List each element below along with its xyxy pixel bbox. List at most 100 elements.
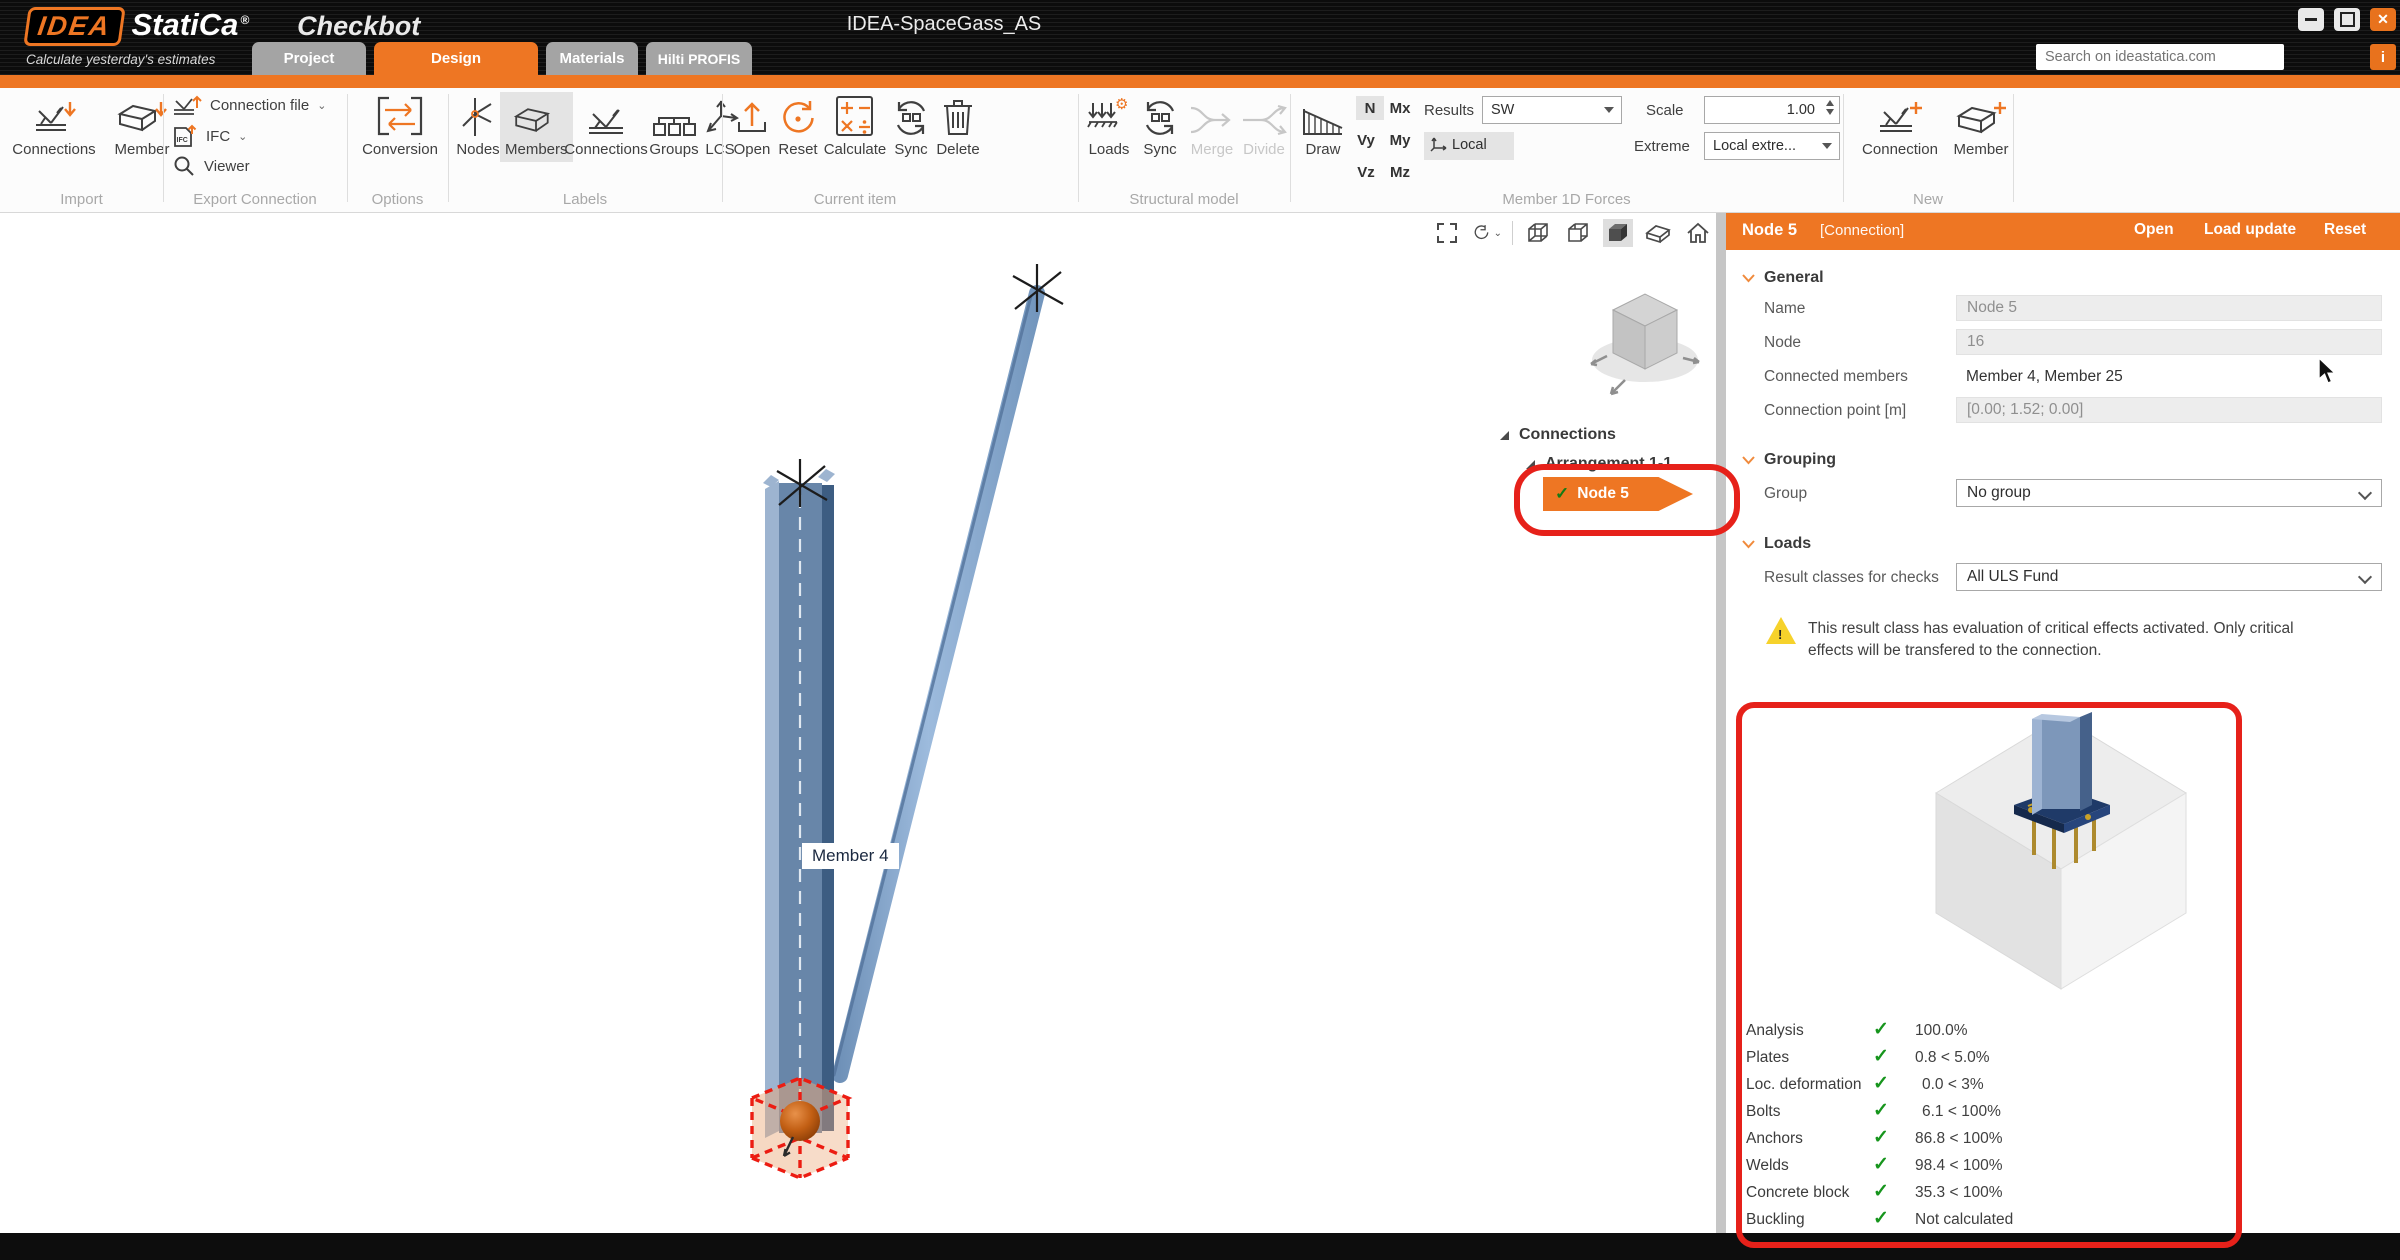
group-label: Group	[1764, 485, 1807, 503]
panel-open-button[interactable]: Open	[2134, 221, 2174, 239]
navigation-cube[interactable]	[1585, 272, 1705, 402]
forces-draw-toggle[interactable]: Draw	[1298, 94, 1348, 158]
panel-reset-button[interactable]: Reset	[2324, 221, 2366, 239]
scale-input[interactable]: 1.00	[1704, 96, 1840, 124]
result-classes-dropdown[interactable]: All ULS Fund	[1956, 563, 2382, 591]
scale-label: Scale	[1646, 102, 1684, 119]
group-title-structural: Structural model	[1078, 191, 1290, 208]
import-member-button[interactable]: Member	[106, 94, 178, 158]
check-label: Welds	[1746, 1157, 1789, 1175]
labels-groups-toggle[interactable]: Groups	[648, 94, 700, 158]
force-component-mz[interactable]: Mz	[1386, 160, 1414, 184]
check-label: Plates	[1746, 1049, 1789, 1067]
force-component-vy[interactable]: Vy	[1352, 128, 1380, 152]
check-value: 98.4 < 100%	[1915, 1157, 2002, 1175]
orbit-rotate-icon	[1472, 220, 1492, 246]
check-pass-icon: ✓	[1873, 1072, 1889, 1095]
search-input[interactable]	[2036, 44, 2284, 70]
orbit-button[interactable]: ⌄	[1472, 219, 1502, 247]
check-pass-icon: ✓	[1873, 1153, 1889, 1176]
local-toggle[interactable]: Local	[1424, 132, 1514, 160]
tree-item-connections[interactable]: Connections	[1500, 426, 1616, 444]
connected-members-value[interactable]: Member 4, Member 25	[1966, 368, 2123, 386]
member-25-brace[interactable]	[834, 293, 1037, 1075]
connection-preview-3d[interactable]	[1736, 705, 2206, 1017]
model-3d-viewport[interactable]	[0, 213, 1716, 1233]
mouse-cursor	[2316, 356, 2342, 386]
labels-connections-toggle[interactable]: Connections	[566, 94, 646, 158]
labels-members-toggle[interactable]: Members	[500, 92, 573, 162]
labels-nodes-toggle[interactable]: Nodes	[454, 94, 502, 158]
new-member-icon	[1954, 94, 2008, 138]
force-component-my[interactable]: My	[1386, 128, 1414, 152]
section-clip-button[interactable]	[1643, 219, 1673, 247]
structural-divide-button[interactable]: Divide	[1240, 94, 1288, 158]
group-title-export: Export Connection	[163, 191, 347, 208]
results-label: Results	[1424, 102, 1474, 119]
check-pass-icon: ✓	[1873, 1180, 1889, 1203]
group-title-import: Import	[0, 191, 163, 208]
structural-loads-button[interactable]: ⚙ Loads	[1084, 94, 1134, 158]
connection-node-sphere[interactable]	[780, 1101, 820, 1141]
current-sync-button[interactable]: Sync	[890, 94, 932, 158]
new-connection-button[interactable]: Connection	[1856, 94, 1944, 158]
current-reset-button[interactable]: Reset	[776, 94, 820, 158]
ribbon-separator	[1843, 94, 1844, 202]
section-grouping[interactable]: Grouping	[1742, 451, 1836, 469]
tab-design[interactable]: Design	[374, 42, 538, 75]
extreme-dropdown[interactable]: Local extre...	[1704, 132, 1840, 160]
node-5-base-selection[interactable]	[752, 1078, 848, 1178]
new-member-button[interactable]: Member	[1948, 94, 2014, 158]
toolbar-separator	[1512, 221, 1513, 245]
results-dropdown[interactable]: SW	[1482, 96, 1622, 124]
structural-merge-button[interactable]: Merge	[1186, 94, 1238, 158]
statica-logo-text: StatiCa®	[132, 7, 250, 43]
current-calculate-button[interactable]: Calculate	[822, 94, 888, 158]
check-pass-icon: ✓	[1873, 1018, 1889, 1041]
home-view-button[interactable]	[1683, 219, 1713, 247]
info-button[interactable]: i	[2370, 44, 2396, 70]
panel-splitter-scrollbar[interactable]	[1716, 213, 1726, 1233]
nodes-label: Nodes	[456, 141, 499, 158]
group-dropdown[interactable]: No group	[1956, 479, 2382, 507]
home-icon	[1685, 220, 1711, 246]
chevron-down-icon	[2358, 486, 2372, 500]
force-component-vz[interactable]: Vz	[1352, 160, 1380, 184]
group-title-forces: Member 1D Forces	[1290, 191, 1843, 208]
section-loads[interactable]: Loads	[1742, 535, 1811, 553]
panel-load-update-button[interactable]: Load update	[2204, 221, 2296, 239]
minimize-button[interactable]	[2298, 8, 2324, 31]
export-viewer-button[interactable]: Viewer	[172, 154, 250, 178]
section-general[interactable]: General	[1742, 269, 1824, 287]
local-axes-icon	[1430, 136, 1448, 152]
tab-materials[interactable]: Materials	[546, 42, 638, 75]
import-connections-button[interactable]: Connections	[4, 94, 104, 158]
export-connection-file-button[interactable]: Connection file ⌄	[172, 94, 326, 116]
force-component-n[interactable]: N	[1356, 96, 1384, 120]
connection-point-field: [0.00; 1.52; 0.00]	[1956, 397, 2382, 423]
structural-sync-button[interactable]: Sync	[1138, 94, 1182, 158]
view-hidden-line-button[interactable]	[1563, 219, 1593, 247]
warning-exclamation: !	[1778, 627, 1782, 642]
node-field: 16	[1956, 329, 2382, 355]
export-ifc-button[interactable]: IFC IFC ⌄	[172, 124, 247, 148]
force-component-mx[interactable]: Mx	[1386, 96, 1414, 120]
view-wireframe-button[interactable]	[1523, 219, 1553, 247]
view-solid-button[interactable]	[1603, 219, 1633, 247]
zoom-fit-button[interactable]	[1432, 219, 1462, 247]
spinner-icons[interactable]	[1826, 100, 1834, 115]
conversion-button[interactable]: Conversion	[358, 94, 442, 158]
tab-project[interactable]: Project	[252, 42, 366, 75]
tab-hilti-profis[interactable]: Hilti PROFIS	[646, 42, 752, 75]
maximize-button[interactable]	[2334, 8, 2360, 31]
results-value: SW	[1491, 102, 1514, 118]
member-4-column[interactable]	[763, 469, 835, 1138]
close-button[interactable]: ✕	[2370, 8, 2396, 31]
hidden-line-cube-icon	[1565, 220, 1591, 246]
dropdown-arrow-icon	[1604, 107, 1614, 113]
current-delete-button[interactable]: Delete	[934, 94, 982, 158]
check-value: 86.8 < 100%	[1915, 1130, 2002, 1148]
current-open-button[interactable]: Open	[730, 94, 774, 158]
tree-item-arrangement[interactable]: Arrangement 1-1	[1526, 455, 1672, 473]
loads-title: Loads	[1764, 535, 1811, 553]
